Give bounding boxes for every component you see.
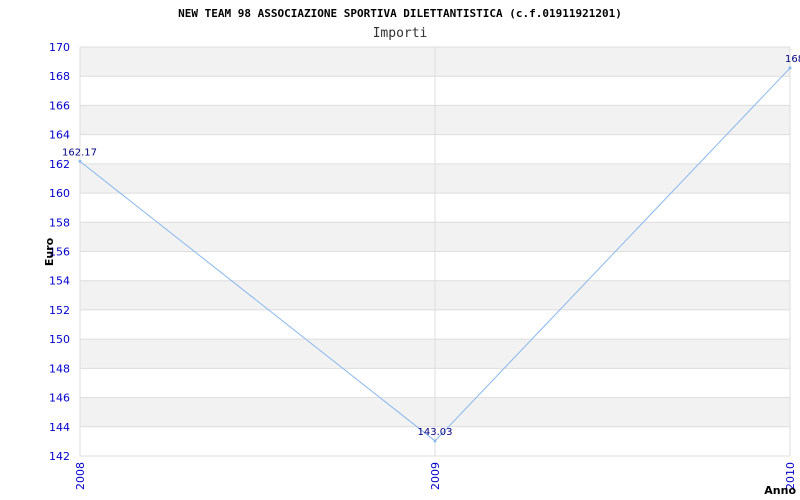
y-tick-label: 142 [49, 450, 70, 463]
y-tick-label: 146 [49, 392, 70, 405]
x-axis-ticks: 2008 2009 2010 [74, 462, 797, 490]
y-tick-label: 164 [49, 129, 70, 142]
y-tick-label: 168 [49, 70, 70, 83]
data-label: 162.17 [62, 147, 97, 158]
y-tick-label: 170 [49, 41, 70, 54]
y-axis-label: Euro [43, 237, 56, 266]
data-point [788, 66, 792, 70]
y-tick-label: 150 [49, 333, 70, 346]
chart-subtitle: Importi [373, 26, 428, 41]
y-tick-label: 152 [49, 304, 70, 317]
y-tick-label: 158 [49, 216, 70, 229]
data-point [78, 159, 82, 163]
data-label: 168.56 [785, 54, 800, 65]
y-tick-label: 154 [49, 275, 70, 288]
y-tick-label: 160 [49, 187, 70, 200]
x-axis-label: Anno [764, 484, 796, 497]
x-tick-label: 2009 [429, 462, 442, 490]
y-tick-label: 144 [49, 421, 70, 434]
data-label: 143.03 [418, 427, 453, 438]
y-tick-label: 148 [49, 362, 70, 375]
y-tick-label: 162 [49, 158, 70, 171]
data-point [433, 439, 437, 443]
x-tick-label: 2008 [74, 462, 87, 490]
chart-title: NEW TEAM 98 ASSOCIAZIONE SPORTIVA DILETT… [178, 7, 622, 20]
line-chart: NEW TEAM 98 ASSOCIAZIONE SPORTIVA DILETT… [43, 7, 800, 497]
y-tick-label: 166 [49, 99, 70, 112]
